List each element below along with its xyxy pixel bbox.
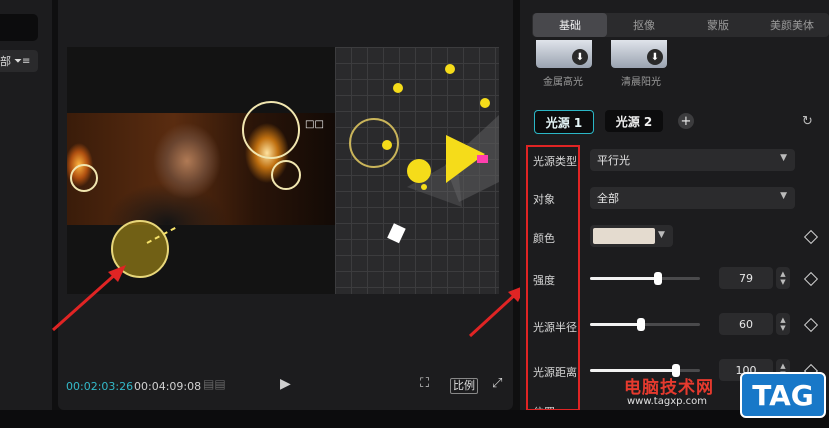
target-select[interactable]: 全部 ▼ xyxy=(590,187,795,209)
reset-icon[interactable]: ↻ xyxy=(802,114,813,129)
preset-label: 金属高光 xyxy=(543,77,583,88)
tab-mask[interactable]: 蒙版 xyxy=(681,13,755,37)
tag-logo: TAG xyxy=(740,372,826,418)
intensity-slider[interactable] xyxy=(590,272,700,285)
watermark-url: www.tagxp.com xyxy=(627,396,707,407)
slider-knob[interactable] xyxy=(653,272,662,285)
tab-beauty[interactable]: 美颜美体 xyxy=(755,13,829,37)
slider-fill xyxy=(590,369,676,372)
preset-morning-sun[interactable]: ⬇ xyxy=(611,40,667,68)
download-icon[interactable]: ⬇ xyxy=(572,49,588,65)
radius-stepper[interactable]: ▲ ▼ xyxy=(776,313,790,335)
intensity-value[interactable]: 79 xyxy=(719,267,773,289)
light-source-1-button[interactable]: 光源 1 xyxy=(534,110,594,134)
watermark-text: 电脑技术网 xyxy=(624,378,714,398)
color-swatch[interactable] xyxy=(593,228,655,244)
light-type-select[interactable]: 平行光 ▼ xyxy=(590,149,795,171)
light-source-2-button[interactable]: 光源 2 xyxy=(605,110,663,132)
radius-value[interactable]: 60 xyxy=(719,313,773,335)
preset-label: 清晨阳光 xyxy=(621,77,661,88)
chevron-down-icon[interactable]: ▼ xyxy=(658,230,665,240)
slider-fill xyxy=(590,277,658,280)
add-light-source-icon[interactable]: + xyxy=(678,113,694,129)
distance-slider[interactable] xyxy=(590,364,700,377)
slider-fill xyxy=(590,323,642,326)
tab-basic[interactable]: 基础 xyxy=(533,13,607,37)
intensity-stepper[interactable]: ▲ ▼ xyxy=(776,267,790,289)
chevron-down-icon: ▼ xyxy=(780,153,787,163)
slider-knob[interactable] xyxy=(637,318,646,331)
download-icon[interactable]: ⬇ xyxy=(647,49,663,65)
tab-cutout[interactable]: 抠像 xyxy=(607,13,681,37)
target-value: 全部 xyxy=(597,192,619,205)
preset-metal-highlight[interactable]: ⬇ xyxy=(536,40,592,68)
highlight-box xyxy=(526,145,580,411)
radius-slider[interactable] xyxy=(590,318,700,331)
chevron-down-icon: ▼ xyxy=(780,191,787,201)
light-type-value: 平行光 xyxy=(597,154,630,167)
bottom-timeline-bar xyxy=(0,410,829,428)
